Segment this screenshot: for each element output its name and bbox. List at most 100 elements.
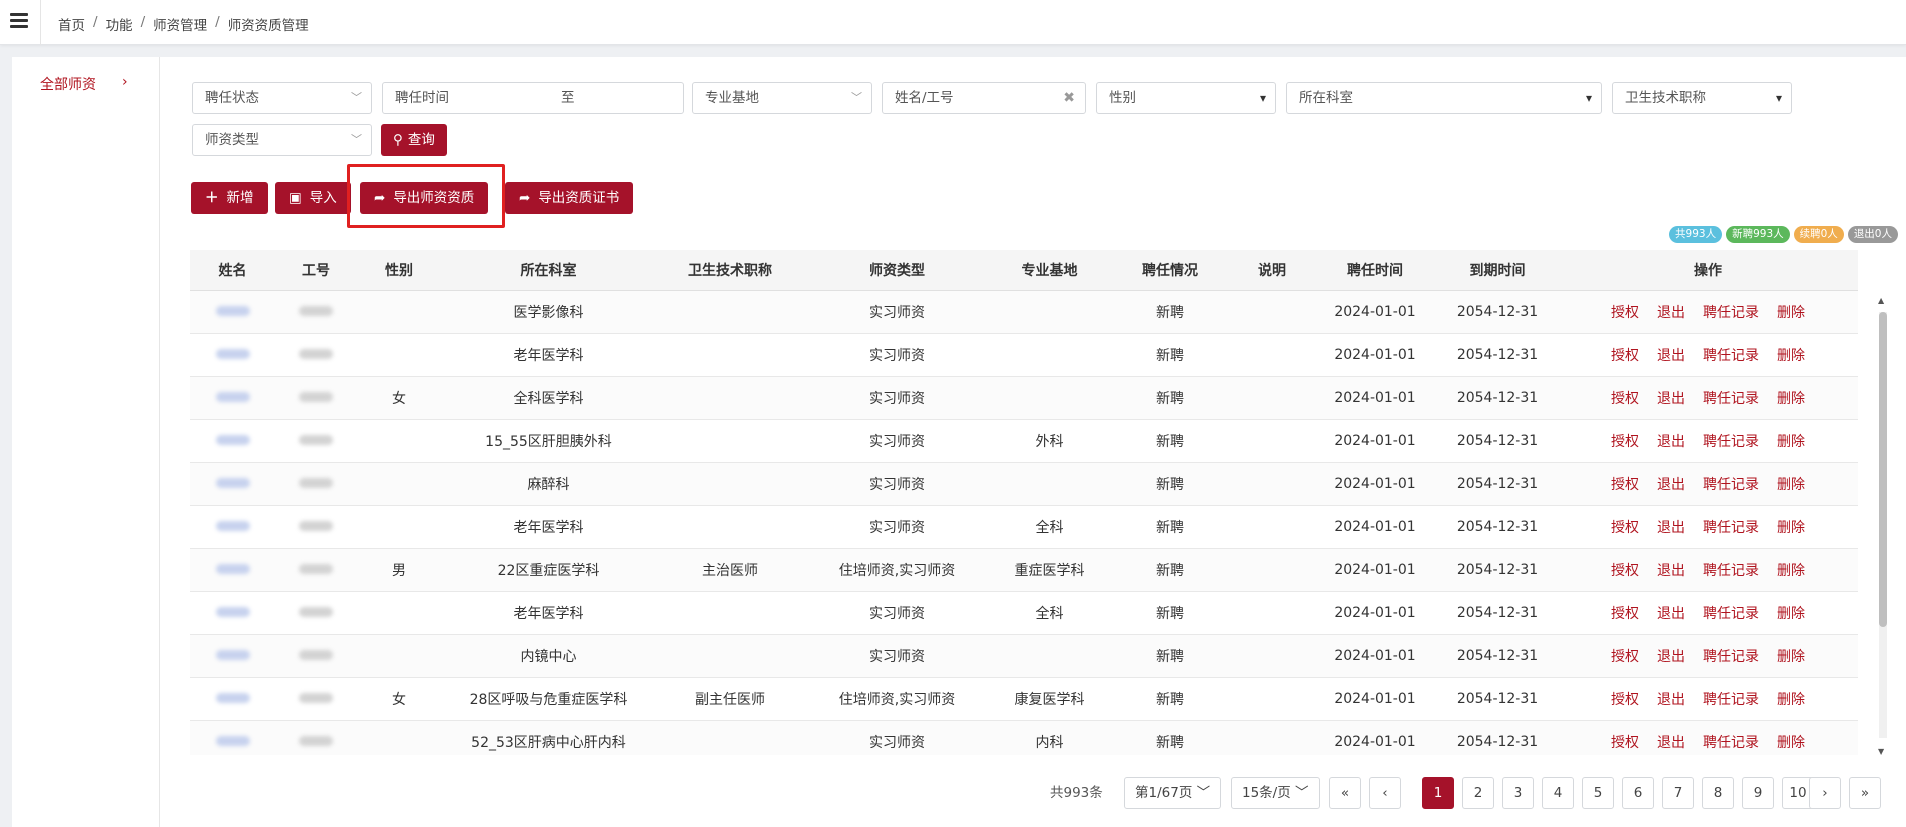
exit-link[interactable]: 退出 <box>1657 735 1685 751</box>
scroll-thumb[interactable] <box>1879 312 1887 627</box>
breadcrumb-home[interactable]: 首页 <box>58 14 85 34</box>
exit-link[interactable]: 退出 <box>1657 649 1685 665</box>
name-link[interactable] <box>215 735 250 746</box>
page-button-7[interactable]: 7 <box>1662 777 1694 809</box>
page-size-dropdown[interactable]: 15条/页 ﹀ <box>1231 777 1320 809</box>
breadcrumb-function[interactable]: 功能 <box>106 14 133 34</box>
name-id-input[interactable]: 姓名/工号 ✖ <box>882 82 1086 114</box>
page-button-1[interactable]: 1 <box>1422 777 1454 809</box>
col-end[interactable]: 到期时间 <box>1437 250 1558 290</box>
hire-record-link[interactable]: 聘任记录 <box>1703 606 1759 622</box>
page-button-4[interactable]: 4 <box>1542 777 1574 809</box>
page-info-dropdown[interactable]: 第1/67页 ﹀ <box>1124 777 1222 809</box>
col-base[interactable]: 专业基地 <box>990 250 1109 290</box>
gender-select[interactable]: 性别 ▾ <box>1096 82 1276 114</box>
delete-link[interactable]: 删除 <box>1777 391 1805 407</box>
col-gender[interactable]: 性别 <box>357 250 441 290</box>
name-link[interactable] <box>215 649 250 660</box>
scroll-up-icon[interactable]: ▲ <box>1878 296 1884 305</box>
name-link[interactable] <box>215 477 250 488</box>
import-button[interactable]: ▣ 导入 <box>275 182 351 214</box>
hire-record-link[interactable]: 聘任记录 <box>1703 692 1759 708</box>
authorize-link[interactable]: 授权 <box>1611 606 1639 622</box>
col-id[interactable]: 工号 <box>275 250 357 290</box>
name-link[interactable] <box>215 520 250 531</box>
name-link[interactable] <box>215 305 250 316</box>
page-button-6[interactable]: 6 <box>1622 777 1654 809</box>
teacher-type-select[interactable]: 师资类型 ﹀ <box>192 124 372 156</box>
delete-link[interactable]: 删除 <box>1777 520 1805 536</box>
breadcrumb-teacher-mgmt[interactable]: 师资管理 <box>153 14 207 34</box>
delete-link[interactable]: 删除 <box>1777 692 1805 708</box>
authorize-link[interactable]: 授权 <box>1611 520 1639 536</box>
exit-link[interactable]: 退出 <box>1657 477 1685 493</box>
name-link[interactable] <box>215 692 250 703</box>
hire-record-link[interactable]: 聘任记录 <box>1703 735 1759 751</box>
clear-icon[interactable]: ✖ <box>1063 83 1075 113</box>
page-button-3[interactable]: 3 <box>1502 777 1534 809</box>
hire-record-link[interactable]: 聘任记录 <box>1703 520 1759 536</box>
title-select[interactable]: 卫生技术职称 ▾ <box>1612 82 1792 114</box>
authorize-link[interactable]: 授权 <box>1611 735 1639 751</box>
hire-record-link[interactable]: 聘任记录 <box>1703 348 1759 364</box>
table-scrollbar[interactable]: ▲ ▼ <box>1878 296 1888 756</box>
col-start[interactable]: 聘任时间 <box>1313 250 1437 290</box>
delete-link[interactable]: 删除 <box>1777 563 1805 579</box>
exit-link[interactable]: 退出 <box>1657 305 1685 321</box>
export-qualification-button[interactable]: ➦ 导出师资资质 <box>360 182 489 214</box>
exit-link[interactable]: 退出 <box>1657 606 1685 622</box>
exit-link[interactable]: 退出 <box>1657 563 1685 579</box>
name-link[interactable] <box>215 434 250 445</box>
page-button-5[interactable]: 5 <box>1582 777 1614 809</box>
delete-link[interactable]: 删除 <box>1777 434 1805 450</box>
exit-link[interactable]: 退出 <box>1657 391 1685 407</box>
col-dept[interactable]: 所在科室 <box>441 250 656 290</box>
dept-select[interactable]: 所在科室 ▾ <box>1286 82 1602 114</box>
authorize-link[interactable]: 授权 <box>1611 434 1639 450</box>
export-certificate-button[interactable]: ➦ 导出资质证书 <box>505 182 634 214</box>
hire-record-link[interactable]: 聘任记录 <box>1703 563 1759 579</box>
hire-record-link[interactable]: 聘任记录 <box>1703 391 1759 407</box>
name-link[interactable] <box>215 563 250 574</box>
col-title[interactable]: 卫生技术职称 <box>656 250 804 290</box>
exit-link[interactable]: 退出 <box>1657 434 1685 450</box>
authorize-link[interactable]: 授权 <box>1611 649 1639 665</box>
name-link[interactable] <box>215 391 250 402</box>
delete-link[interactable]: 删除 <box>1777 305 1805 321</box>
col-status[interactable]: 聘任情况 <box>1109 250 1231 290</box>
delete-link[interactable]: 删除 <box>1777 649 1805 665</box>
hamburger-menu-icon[interactable] <box>10 13 28 29</box>
hire-status-select[interactable]: 聘任状态 ﹀ <box>192 82 372 114</box>
authorize-link[interactable]: 授权 <box>1611 348 1639 364</box>
prev-page-button[interactable]: ‹ <box>1369 777 1401 809</box>
authorize-link[interactable]: 授权 <box>1611 692 1639 708</box>
hire-record-link[interactable]: 聘任记录 <box>1703 477 1759 493</box>
add-button[interactable]: ＋新增 <box>191 182 268 214</box>
hire-record-link[interactable]: 聘任记录 <box>1703 305 1759 321</box>
exit-link[interactable]: 退出 <box>1657 348 1685 364</box>
authorize-link[interactable]: 授权 <box>1611 305 1639 321</box>
delete-link[interactable]: 删除 <box>1777 735 1805 751</box>
authorize-link[interactable]: 授权 <box>1611 563 1639 579</box>
last-page-button[interactable]: » <box>1849 777 1881 809</box>
authorize-link[interactable]: 授权 <box>1611 477 1639 493</box>
exit-link[interactable]: 退出 <box>1657 520 1685 536</box>
base-select[interactable]: 专业基地 ﹀ <box>692 82 872 114</box>
name-link[interactable] <box>215 348 250 359</box>
delete-link[interactable]: 删除 <box>1777 477 1805 493</box>
sidebar-item-all-teachers[interactable]: 全部师资 <box>40 74 96 94</box>
page-button-8[interactable]: 8 <box>1702 777 1734 809</box>
next-page-button[interactable]: › <box>1809 777 1841 809</box>
page-button-2[interactable]: 2 <box>1462 777 1494 809</box>
col-type[interactable]: 师资类型 <box>804 250 990 290</box>
col-note[interactable]: 说明 <box>1231 250 1313 290</box>
delete-link[interactable]: 删除 <box>1777 606 1805 622</box>
scroll-down-icon[interactable]: ▼ <box>1878 747 1884 756</box>
first-page-button[interactable]: « <box>1329 777 1361 809</box>
page-button-9[interactable]: 9 <box>1742 777 1774 809</box>
hire-record-link[interactable]: 聘任记录 <box>1703 649 1759 665</box>
delete-link[interactable]: 删除 <box>1777 348 1805 364</box>
hire-record-link[interactable]: 聘任记录 <box>1703 434 1759 450</box>
col-name[interactable]: 姓名 <box>190 250 275 290</box>
authorize-link[interactable]: 授权 <box>1611 391 1639 407</box>
